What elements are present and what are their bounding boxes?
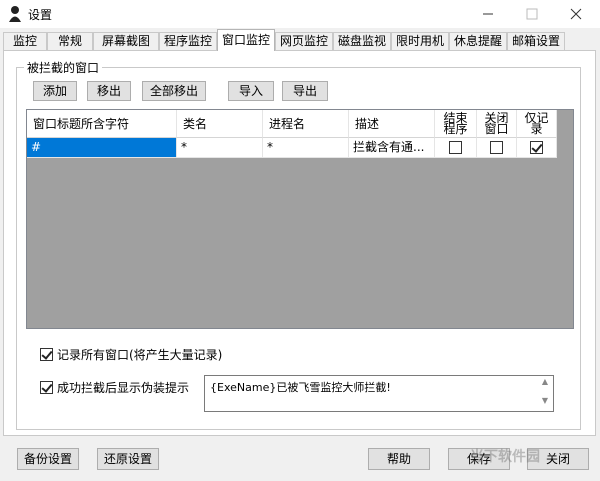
column-header-process[interactable]: 进程名 bbox=[263, 110, 349, 138]
window-title: 设置 bbox=[28, 8, 53, 22]
column-header-close-window[interactable]: 关闭窗口 bbox=[477, 110, 517, 138]
tab-general[interactable]: 常规 bbox=[47, 32, 93, 50]
blocked-window-grid[interactable]: 窗口标题所含字符 类名 进程名 描述 结束程序 关闭窗口 仅记录 # * * 拦… bbox=[26, 109, 574, 329]
remove-button[interactable]: 移出 bbox=[87, 81, 131, 101]
column-header-description[interactable]: 描述 bbox=[349, 110, 435, 138]
close-window-header-text: 关闭窗口 bbox=[484, 110, 509, 136]
cell-close-window[interactable] bbox=[477, 138, 517, 158]
tab-time-limit[interactable]: 限时用机 bbox=[391, 32, 449, 50]
end-program-header-text: 结束程序 bbox=[443, 110, 468, 136]
cell-log-only[interactable] bbox=[517, 138, 557, 158]
tip-message-field[interactable]: {ExeName}已被飞雪监控大师拦截! bbox=[204, 375, 554, 412]
restore-settings-button[interactable]: 还原设置 bbox=[97, 448, 159, 470]
cell-end-program[interactable] bbox=[435, 138, 477, 158]
tab-monitor[interactable]: 监控 bbox=[3, 32, 47, 50]
cell-description[interactable]: 拦截含有通... bbox=[349, 138, 435, 158]
maximize-button[interactable] bbox=[512, 0, 552, 28]
tab-program-monitor[interactable]: 程序监控 bbox=[159, 32, 217, 50]
cell-class[interactable]: * bbox=[177, 138, 263, 158]
tab-disk-monitor[interactable]: 磁盘监视 bbox=[333, 32, 391, 50]
column-header-log-only[interactable]: 仅记录 bbox=[517, 110, 557, 138]
remove-all-button[interactable]: 全部移出 bbox=[142, 81, 206, 101]
column-header-end-program[interactable]: 结束程序 bbox=[435, 110, 477, 138]
import-button[interactable]: 导入 bbox=[228, 81, 274, 101]
column-header-class[interactable]: 类名 bbox=[177, 110, 263, 138]
cell-title[interactable]: # bbox=[27, 138, 177, 158]
save-button[interactable]: 保存 bbox=[448, 448, 510, 470]
title-bar bbox=[0, 0, 600, 28]
cell-process[interactable]: * bbox=[263, 138, 349, 158]
scroll-down-icon[interactable]: ▼ bbox=[537, 396, 553, 410]
app-icon bbox=[9, 6, 21, 22]
export-button[interactable]: 导出 bbox=[282, 81, 328, 101]
scroll-up-icon[interactable]: ▲ bbox=[537, 377, 553, 391]
tab-mail-settings[interactable]: 邮箱设置 bbox=[507, 32, 565, 50]
tab-web-monitor[interactable]: 网页监控 bbox=[275, 32, 333, 50]
close-window-checkbox[interactable] bbox=[490, 141, 503, 154]
minimize-button[interactable] bbox=[468, 0, 508, 28]
maximize-icon bbox=[526, 8, 538, 20]
column-header-title[interactable]: 窗口标题所含字符 bbox=[27, 110, 177, 138]
show-tip-checkbox[interactable] bbox=[40, 381, 53, 394]
close-window-button[interactable] bbox=[556, 0, 596, 28]
close-button[interactable]: 关闭 bbox=[527, 448, 589, 470]
backup-settings-button[interactable]: 备份设置 bbox=[17, 448, 79, 470]
show-tip-label[interactable]: 成功拦截后显示伪装提示 bbox=[57, 379, 189, 396]
log-only-checkbox[interactable] bbox=[530, 141, 543, 154]
end-program-checkbox[interactable] bbox=[449, 141, 462, 154]
add-button[interactable]: 添加 bbox=[33, 81, 77, 101]
tab-rest-reminder[interactable]: 休息提醒 bbox=[449, 32, 507, 50]
minimize-icon bbox=[483, 13, 493, 15]
tab-window-monitor[interactable]: 窗口监控 bbox=[217, 29, 275, 51]
help-button[interactable]: 帮助 bbox=[368, 448, 430, 470]
close-icon bbox=[570, 8, 582, 20]
group-title: 被拦截的窗口 bbox=[24, 59, 103, 76]
record-all-label[interactable]: 记录所有窗口(将产生大量记录) bbox=[57, 346, 222, 363]
log-only-header-text: 仅记录 bbox=[524, 110, 549, 136]
tab-screenshot[interactable]: 屏幕截图 bbox=[93, 32, 159, 50]
record-all-checkbox[interactable] bbox=[40, 348, 53, 361]
